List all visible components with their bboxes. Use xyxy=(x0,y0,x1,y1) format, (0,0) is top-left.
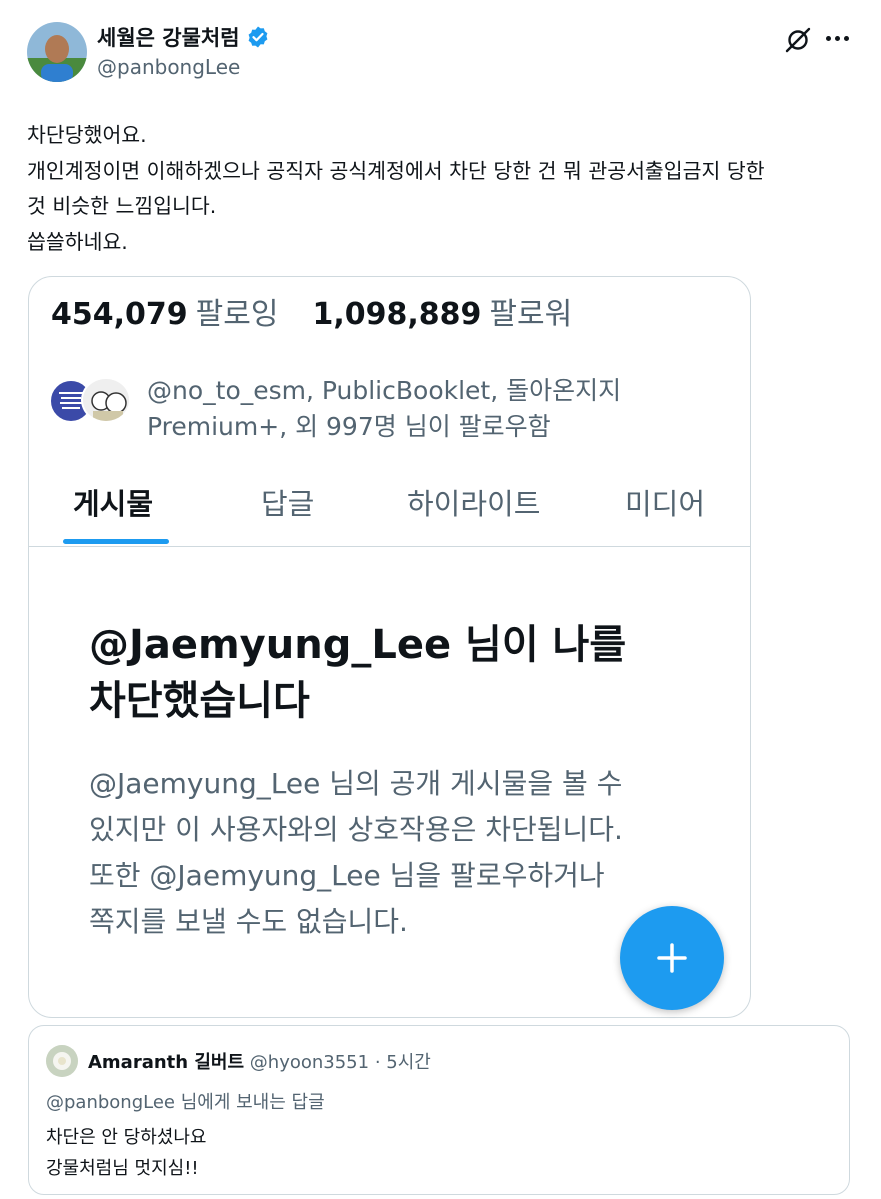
reply-line: 강물처럼님 멋지심!! xyxy=(46,1158,199,1179)
blocked-description: @Jaemyung_Lee 님의 공개 게시물을 볼 수 있지만 이 사용자와의… xyxy=(89,761,729,945)
following-count: 454,079 xyxy=(51,297,188,332)
reply-author-name[interactable]: Amaranth 길버트 xyxy=(88,1052,244,1073)
follower-avatar xyxy=(81,377,131,423)
blocked-desc-line: 있지만 이 사용자와의 상호작용은 차단됩니다. xyxy=(89,813,623,846)
attached-screenshot[interactable]: 454,079 팔로잉 1,098,889 팔로워 @no_to_esm, Pu… xyxy=(28,276,751,1018)
tweet-text: 차단당했어요. 개인계정이면 이해하겠으나 공직자 공식계정에서 차단 당한 건… xyxy=(27,118,857,260)
followed-by-text: @no_to_esm, PublicBooklet, 돌아온지지 Premium… xyxy=(147,373,621,445)
following-label: 팔로잉 xyxy=(195,297,279,332)
reply-card[interactable]: Amaranth 길버트 @hyoon3551 · 5시간 @panbongLe… xyxy=(28,1025,850,1195)
blocked-desc-line: 또한 @Jaemyung_Lee 님을 팔로우하거나 xyxy=(89,859,605,892)
tweet-line: 씁쓸하네요. xyxy=(27,229,128,254)
reply-line: 차단은 안 당하셨나요 xyxy=(46,1127,207,1148)
grok-icon[interactable] xyxy=(784,26,812,54)
author-handle[interactable]: @panbongLee xyxy=(97,55,240,79)
more-options-icon[interactable] xyxy=(822,26,852,50)
blocked-title-line: 차단했습니다 xyxy=(89,678,310,724)
blocked-title: @Jaemyung_Lee 님이 나를 차단했습니다 xyxy=(89,617,709,729)
author-avatar[interactable] xyxy=(27,22,87,82)
profile-tabs: 게시물 답글 하이라이트 미디어 xyxy=(29,469,750,547)
follower-avatars xyxy=(47,377,137,423)
tab-highlights[interactable]: 하이라이트 xyxy=(407,481,540,523)
active-tab-indicator xyxy=(63,539,169,544)
blocked-title-line: @Jaemyung_Lee 님이 나를 xyxy=(89,622,627,668)
reply-text: 차단은 안 당하셨나요 강물처럼님 멋지심!! xyxy=(46,1122,206,1184)
tweet-header: 세월은 강물처럼 @panbongLee xyxy=(0,0,881,100)
verified-badge-icon xyxy=(246,25,270,49)
plus-icon xyxy=(657,943,687,973)
tweet-line: 차단당했어요. xyxy=(27,123,147,147)
profile-stats: 454,079 팔로잉 1,098,889 팔로워 xyxy=(51,289,572,333)
meta-separator: · xyxy=(374,1052,381,1073)
tab-posts[interactable]: 게시물 xyxy=(73,481,153,523)
reply-author-avatar[interactable] xyxy=(46,1045,78,1077)
compose-button[interactable] xyxy=(620,906,724,1010)
reply-header: Amaranth 길버트 @hyoon3551 · 5시간 xyxy=(88,1048,431,1074)
tab-media[interactable]: 미디어 xyxy=(625,481,705,523)
author-name[interactable]: 세월은 강물처럼 xyxy=(97,22,240,52)
followers-count: 1,098,889 xyxy=(312,297,482,332)
tweet-line: 개인계정이면 이해하겠으나 공직자 공식계정에서 차단 당한 건 뭐 관공서출입… xyxy=(27,158,765,183)
reply-author-handle[interactable]: @hyoon3551 xyxy=(250,1052,369,1073)
tweet-line: 것 비슷한 느낌입니다. xyxy=(27,194,217,218)
reply-time[interactable]: 5시간 xyxy=(386,1052,431,1073)
followers-label: 팔로워 xyxy=(489,297,573,332)
followed-by-line: @no_to_esm, PublicBooklet, 돌아온지지 xyxy=(147,376,622,405)
blocked-desc-line: @Jaemyung_Lee 님의 공개 게시물을 볼 수 xyxy=(89,767,623,800)
author-name-row[interactable]: 세월은 강물처럼 xyxy=(97,22,270,52)
replying-to: @panbongLee 님에게 보내는 답글 xyxy=(46,1092,325,1113)
followed-by-line: Premium+, 외 997명 님이 팔로우함 xyxy=(147,412,551,441)
tab-replies[interactable]: 답글 xyxy=(261,481,314,523)
